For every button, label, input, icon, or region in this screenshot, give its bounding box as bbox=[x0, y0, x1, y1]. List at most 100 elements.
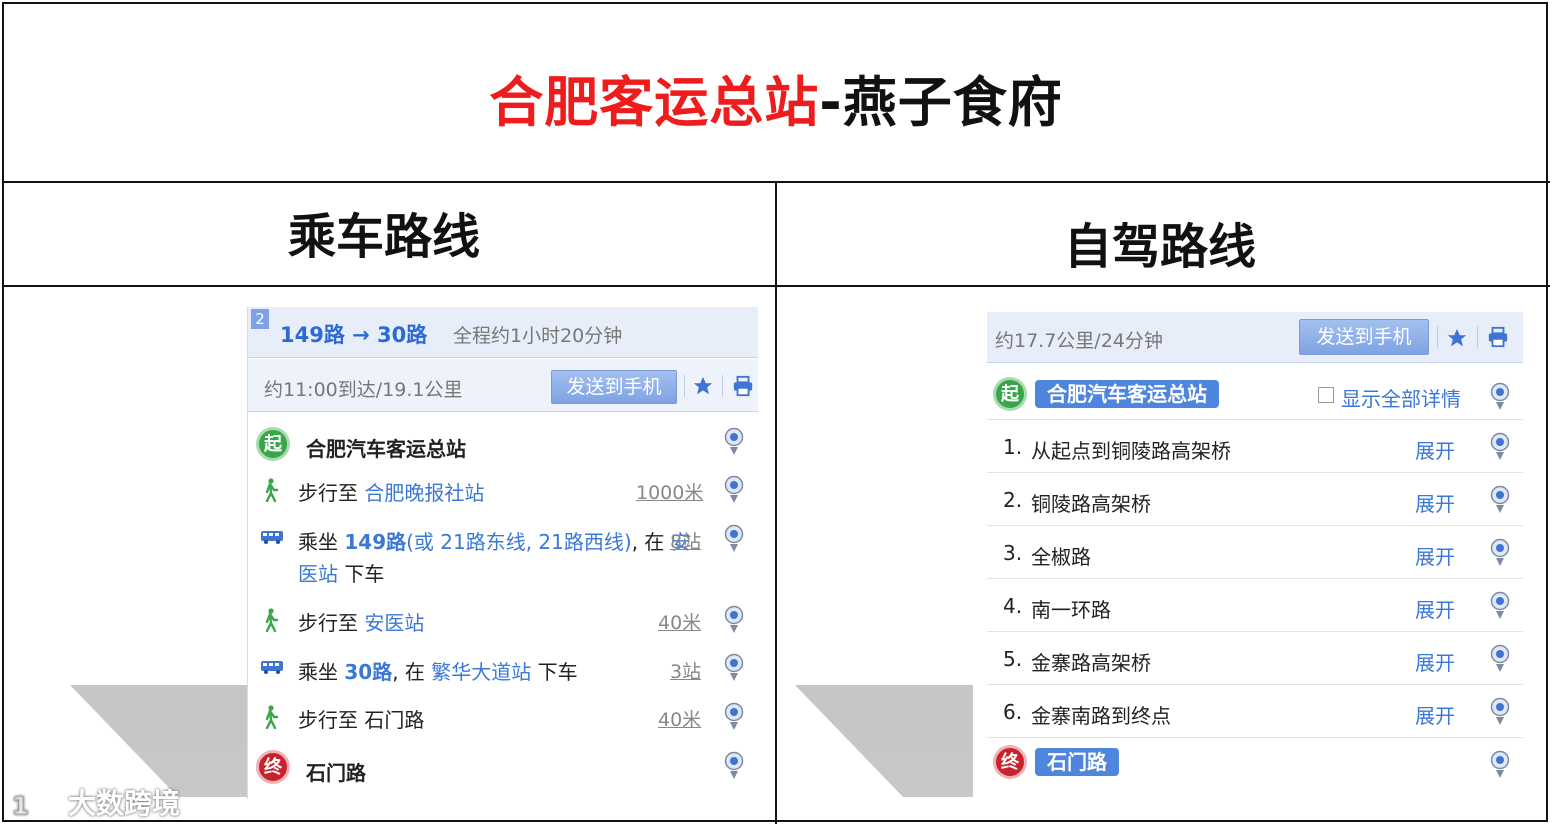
expand-link[interactable]: 展开 bbox=[1415, 700, 1455, 729]
row-divider bbox=[987, 737, 1523, 738]
favorite-star-icon[interactable] bbox=[692, 375, 714, 397]
watermark-logo: 1 大数跨境 bbox=[12, 782, 180, 822]
step-prefix: 乘坐 bbox=[298, 530, 345, 554]
drive-step-2[interactable]: 2. 铜陵路高架桥 展开 bbox=[973, 473, 1523, 525]
walk-icon bbox=[265, 478, 279, 502]
bus-line-link[interactable]: 30路 bbox=[344, 660, 392, 684]
drive-panel: 约17.7公里/24分钟 发送到手机 起 合肥汽车客运总站 显示全部详情 1. … bbox=[973, 312, 1523, 798]
transit-route-header[interactable]: 2 149路 → 30路 全程约1小时20分钟 bbox=[248, 307, 758, 358]
step-text: 从起点到铜陵路高架桥 bbox=[1031, 439, 1231, 463]
show-all-details-label[interactable]: 显示全部详情 bbox=[1341, 383, 1461, 412]
stop-link[interactable]: 繁华大道站 bbox=[431, 660, 531, 684]
transit-start-name[interactable]: 合肥汽车客运总站 bbox=[306, 433, 466, 462]
step-number: 2. bbox=[1003, 488, 1023, 512]
expand-link[interactable]: 展开 bbox=[1415, 435, 1455, 464]
bus-icon bbox=[261, 661, 283, 674]
expand-link[interactable]: 展开 bbox=[1415, 541, 1455, 570]
print-icon[interactable] bbox=[1487, 326, 1509, 348]
drive-summary: 约17.7公里/24分钟 bbox=[995, 330, 1163, 352]
drive-end-name[interactable]: 石门路 bbox=[1035, 748, 1119, 776]
page-title: 合肥客运总站-燕子食府 bbox=[0, 58, 1552, 137]
drive-step-5[interactable]: 5. 金寨路高架桥 展开 bbox=[973, 632, 1523, 684]
map-pin-icon[interactable] bbox=[1489, 750, 1511, 780]
expand-link[interactable]: 展开 bbox=[1415, 594, 1455, 623]
end-badge: 终 bbox=[256, 750, 290, 784]
show-all-details-checkbox[interactable] bbox=[1318, 387, 1334, 403]
transit-send-to-phone-button[interactable]: 发送到手机 bbox=[551, 370, 677, 404]
step-mid: , 在 bbox=[631, 530, 671, 554]
step-distance[interactable]: 40米 bbox=[658, 705, 701, 732]
step-number: 3. bbox=[1003, 541, 1023, 565]
route-name: 149路 → 30路 bbox=[280, 323, 428, 347]
column-title-transit: 乘车路线 bbox=[288, 209, 481, 265]
toolbar-separator bbox=[684, 375, 685, 397]
map-pin-icon[interactable] bbox=[723, 475, 745, 505]
map-pin-icon[interactable] bbox=[1489, 538, 1511, 568]
map-pin-icon[interactable] bbox=[1489, 485, 1511, 515]
step-number: 4. bbox=[1003, 594, 1023, 618]
map-pin-icon[interactable] bbox=[723, 427, 745, 457]
map-pin-icon[interactable] bbox=[1489, 591, 1511, 621]
stop-link[interactable]: 医站 bbox=[298, 562, 338, 586]
drive-step-6[interactable]: 6. 金寨南路到终点 展开 bbox=[973, 685, 1523, 737]
drive-step-4[interactable]: 4. 南一环路 展开 bbox=[973, 579, 1523, 631]
step-text: 金寨南路到终点 bbox=[1031, 704, 1171, 728]
divider-columns bbox=[775, 181, 777, 824]
transit-step-2-cont: 医站 下车 bbox=[298, 558, 758, 587]
column-title-drive: 自驾路线 bbox=[1064, 219, 1257, 275]
map-pin-icon[interactable] bbox=[1489, 644, 1511, 674]
step-distance[interactable]: 40米 bbox=[658, 608, 701, 635]
step-prefix: 乘坐 bbox=[298, 660, 345, 684]
step-suffix: 下车 bbox=[338, 562, 385, 586]
transit-step-2: 乘坐 149路(或 21路东线, 21路西线), 在 安 bbox=[298, 526, 698, 555]
start-badge: 起 bbox=[993, 377, 1027, 411]
map-pin-icon[interactable] bbox=[723, 751, 745, 781]
step-prefix: 步行至 bbox=[298, 481, 365, 505]
transit-info-bar: 约11:00到达/19.1公里 发送到手机 bbox=[248, 359, 758, 412]
step-stops[interactable]: 8站 bbox=[670, 527, 701, 554]
logo-icon: 1 bbox=[12, 792, 67, 820]
transit-end-name[interactable]: 石门路 bbox=[306, 757, 366, 786]
watermark-text: 大数跨境 bbox=[68, 787, 181, 820]
map-pin-icon[interactable] bbox=[723, 524, 745, 554]
step-stops[interactable]: 3站 bbox=[670, 657, 701, 684]
stop-name: 石门路 bbox=[364, 708, 425, 732]
step-number: 1. bbox=[1003, 435, 1023, 459]
favorite-star-icon[interactable] bbox=[1446, 327, 1468, 349]
bus-alt-lines[interactable]: (或 21路东线, 21路西线) bbox=[406, 530, 632, 554]
step-prefix: 步行至 bbox=[298, 708, 365, 732]
toolbar-separator bbox=[1477, 326, 1478, 348]
transit-panel: 2 149路 → 30路 全程约1小时20分钟 约11:00到达/19.1公里 … bbox=[247, 307, 758, 799]
map-pin-icon[interactable] bbox=[723, 702, 745, 732]
map-pin-icon[interactable] bbox=[1489, 382, 1511, 412]
stop-link[interactable]: 安医站 bbox=[364, 611, 424, 635]
route-total-time: 全程约1小时20分钟 bbox=[453, 325, 623, 347]
step-text: 南一环路 bbox=[1031, 598, 1111, 622]
map-pin-icon[interactable] bbox=[723, 605, 745, 635]
title-destination: -燕子食府 bbox=[819, 71, 1063, 134]
step-suffix: 下车 bbox=[531, 660, 578, 684]
walk-icon bbox=[265, 608, 279, 632]
stop-link[interactable]: 合肥晚报社站 bbox=[364, 481, 484, 505]
route-index-badge: 2 bbox=[251, 309, 269, 329]
expand-link[interactable]: 展开 bbox=[1415, 488, 1455, 517]
drive-send-to-phone-button[interactable]: 发送到手机 bbox=[1299, 319, 1429, 355]
bus-line-link[interactable]: 149路 bbox=[344, 530, 406, 554]
transit-arrival: 约11:00到达/19.1公里 bbox=[264, 379, 463, 401]
step-text: 金寨路高架桥 bbox=[1031, 651, 1151, 675]
step-mid: , 在 bbox=[392, 660, 432, 684]
map-pin-icon[interactable] bbox=[1489, 697, 1511, 727]
expand-link[interactable]: 展开 bbox=[1415, 647, 1455, 676]
walk-icon bbox=[265, 705, 279, 729]
drive-step-3[interactable]: 3. 全椒路 展开 bbox=[973, 526, 1523, 578]
print-icon[interactable] bbox=[732, 375, 754, 397]
step-distance[interactable]: 1000米 bbox=[636, 478, 703, 505]
toolbar-separator bbox=[722, 375, 723, 397]
drive-start-name[interactable]: 合肥汽车客运总站 bbox=[1035, 380, 1219, 408]
start-badge: 起 bbox=[256, 427, 290, 461]
svg-text:1: 1 bbox=[12, 792, 29, 820]
drive-step-1[interactable]: 1. 从起点到铜陵路高架桥 展开 bbox=[973, 420, 1523, 472]
map-pin-icon[interactable] bbox=[1489, 432, 1511, 462]
title-origin: 合肥客运总站 bbox=[489, 71, 820, 134]
map-pin-icon[interactable] bbox=[723, 653, 745, 683]
